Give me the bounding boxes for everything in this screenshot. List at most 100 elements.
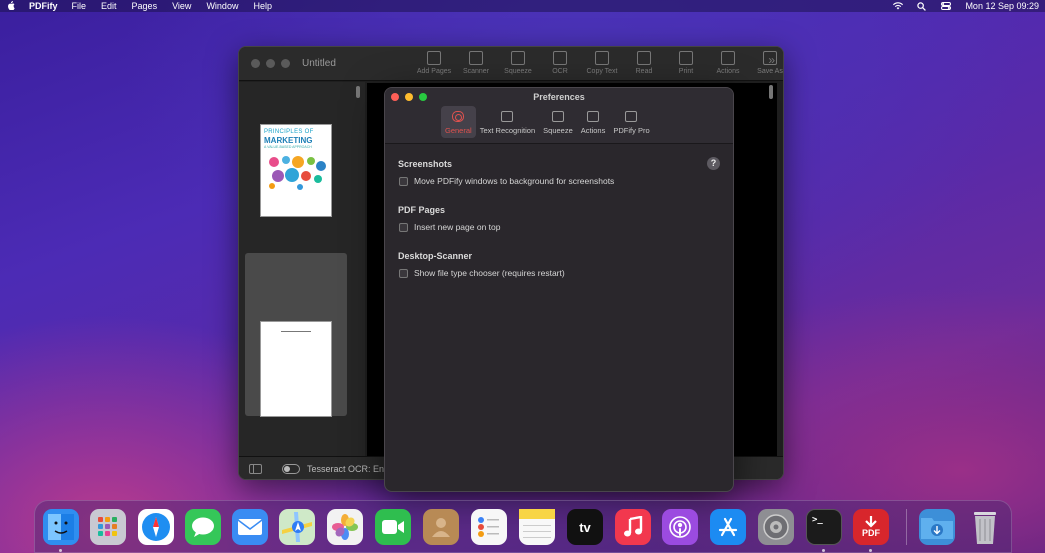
scanner-icon [469, 51, 483, 65]
preferences-tabs: General Text Recognition Squeeze Actions… [441, 106, 654, 138]
messages-icon[interactable] [185, 509, 221, 545]
pro-icon [625, 111, 638, 122]
checkbox-insert-page-top[interactable] [399, 222, 408, 232]
ocr-icon [553, 51, 567, 65]
pdfify-dock-icon[interactable]: PDF [853, 509, 889, 545]
system-preferences-icon[interactable] [758, 509, 794, 545]
sidebar-toggle-icon[interactable] [249, 464, 262, 474]
tab-text-recognition[interactable]: Text Recognition [476, 106, 539, 138]
apple-tv-icon[interactable]: tv [567, 509, 603, 545]
thumb-text-line1: PRINCIPLES OF [264, 129, 314, 135]
menu-edit[interactable]: Edit [101, 1, 117, 11]
add-pages-button[interactable]: Add Pages [413, 51, 455, 75]
wifi-icon[interactable] [893, 2, 904, 10]
apple-menu-icon[interactable] [7, 0, 17, 12]
menu-view[interactable]: View [172, 1, 191, 11]
menu-file[interactable]: File [72, 1, 87, 11]
running-indicator-terminal [822, 549, 825, 552]
app-store-icon[interactable] [710, 509, 746, 545]
running-indicator-finder [59, 549, 62, 552]
music-icon[interactable] [615, 509, 651, 545]
zoom-button[interactable] [281, 59, 290, 68]
read-button[interactable]: Read [623, 51, 665, 75]
photos-icon[interactable] [327, 509, 363, 545]
copy-text-button[interactable]: Copy Text [581, 51, 623, 75]
tab-squeeze[interactable]: Squeeze [539, 106, 577, 138]
close-button[interactable] [251, 59, 260, 68]
checkbox-file-type-chooser[interactable] [399, 268, 408, 278]
text-recognition-icon [501, 111, 514, 122]
terminal-icon[interactable]: >_ [806, 509, 842, 545]
option-file-type-chooser[interactable]: Show file type chooser (requires restart… [399, 268, 565, 278]
save-as-button[interactable]: Save As [749, 51, 783, 75]
print-button[interactable]: Print [665, 51, 707, 75]
option-insert-new-page-top[interactable]: Insert new page on top [399, 222, 500, 232]
actions-icon [721, 51, 735, 65]
menu-help[interactable]: Help [253, 1, 272, 11]
dock: tv >_ PDF [34, 500, 1012, 553]
section-desktop-scanner: Desktop-Scanner [398, 251, 473, 261]
tab-general[interactable]: General [441, 106, 476, 138]
minimize-button[interactable] [266, 59, 275, 68]
pdf-label: PDF [862, 528, 880, 538]
checkbox-move-windows[interactable] [399, 176, 408, 186]
print-icon [679, 51, 693, 65]
mail-icon[interactable] [232, 509, 268, 545]
toolbar: Add Pages Scanner Squeeze OCR Copy Text … [413, 51, 783, 75]
apple-tv-label: tv [579, 519, 591, 535]
tab-actions[interactable]: Actions [577, 106, 610, 138]
menu-pages[interactable]: Pages [132, 1, 158, 11]
menu-window[interactable]: Window [206, 1, 238, 11]
finder-icon[interactable] [43, 509, 79, 545]
maps-icon[interactable] [279, 509, 315, 545]
help-button[interactable]: ? [707, 157, 720, 170]
sidebar-scrollbar[interactable] [354, 82, 362, 456]
add-pages-icon [427, 51, 441, 65]
thumb-text-line [281, 331, 311, 332]
ocr-button[interactable]: OCR [539, 51, 581, 75]
squeeze-icon [551, 111, 564, 122]
page-thumbnails-sidebar: PRINCIPLES OF MARKETING A VALUE-BASED AP… [239, 82, 365, 456]
reminders-icon[interactable] [471, 509, 507, 545]
thumb-cover-graphic [269, 156, 326, 190]
facetime-icon[interactable] [375, 509, 411, 545]
preferences-header: Preferences General Text Recognition Squ… [385, 88, 733, 144]
terminal-prompt-label: >_ [812, 515, 823, 525]
trash-icon[interactable] [967, 509, 1003, 545]
actions-button[interactable]: Actions [707, 51, 749, 75]
contacts-icon[interactable] [423, 509, 459, 545]
menu-bar: PDFify File Edit Pages View Window Help … [0, 0, 1045, 12]
menubar-clock[interactable]: Mon 12 Sep 09:29 [965, 1, 1039, 11]
preferences-title: Preferences [533, 92, 585, 102]
scanner-button[interactable]: Scanner [455, 51, 497, 75]
read-icon [637, 51, 651, 65]
tab-pdfify-pro[interactable]: PDFify Pro [609, 106, 653, 138]
page-thumbnail-2[interactable] [260, 321, 332, 417]
running-indicator-pdfify [869, 549, 872, 552]
thumb-text-line2: MARKETING [264, 136, 313, 145]
preferences-window: Preferences General Text Recognition Squ… [384, 87, 734, 492]
control-center-icon[interactable] [941, 2, 952, 10]
downloads-folder-icon[interactable] [919, 509, 955, 545]
window-title: Untitled [302, 58, 336, 69]
toolbar-overflow-icon[interactable]: » [768, 53, 775, 67]
ocr-language-label: Tesseract OCR: Eng [307, 464, 390, 474]
actions-icon [587, 111, 600, 122]
app-menu-pdfify[interactable]: PDFify [29, 1, 58, 11]
section-screenshots: Screenshots [398, 159, 453, 169]
dock-separator [906, 509, 907, 545]
launchpad-icon[interactable] [90, 509, 126, 545]
squeeze-button[interactable]: Squeeze [497, 51, 539, 75]
notes-icon[interactable] [519, 509, 555, 545]
page-thumbnail-1[interactable]: PRINCIPLES OF MARKETING A VALUE-BASED AP… [260, 124, 332, 217]
option-move-windows-background[interactable]: Move PDFify windows to background for sc… [399, 176, 614, 186]
section-pdf-pages: PDF Pages [398, 205, 446, 215]
squeeze-icon [511, 51, 525, 65]
window-titlebar: Untitled Add Pages Scanner Squeeze OCR C… [239, 47, 783, 81]
copy-text-icon [595, 51, 609, 65]
toggle-switch-icon [452, 111, 465, 122]
safari-icon[interactable] [138, 509, 174, 545]
ocr-toggle[interactable] [282, 464, 300, 474]
podcasts-icon[interactable] [662, 509, 698, 545]
search-icon[interactable] [917, 2, 927, 11]
